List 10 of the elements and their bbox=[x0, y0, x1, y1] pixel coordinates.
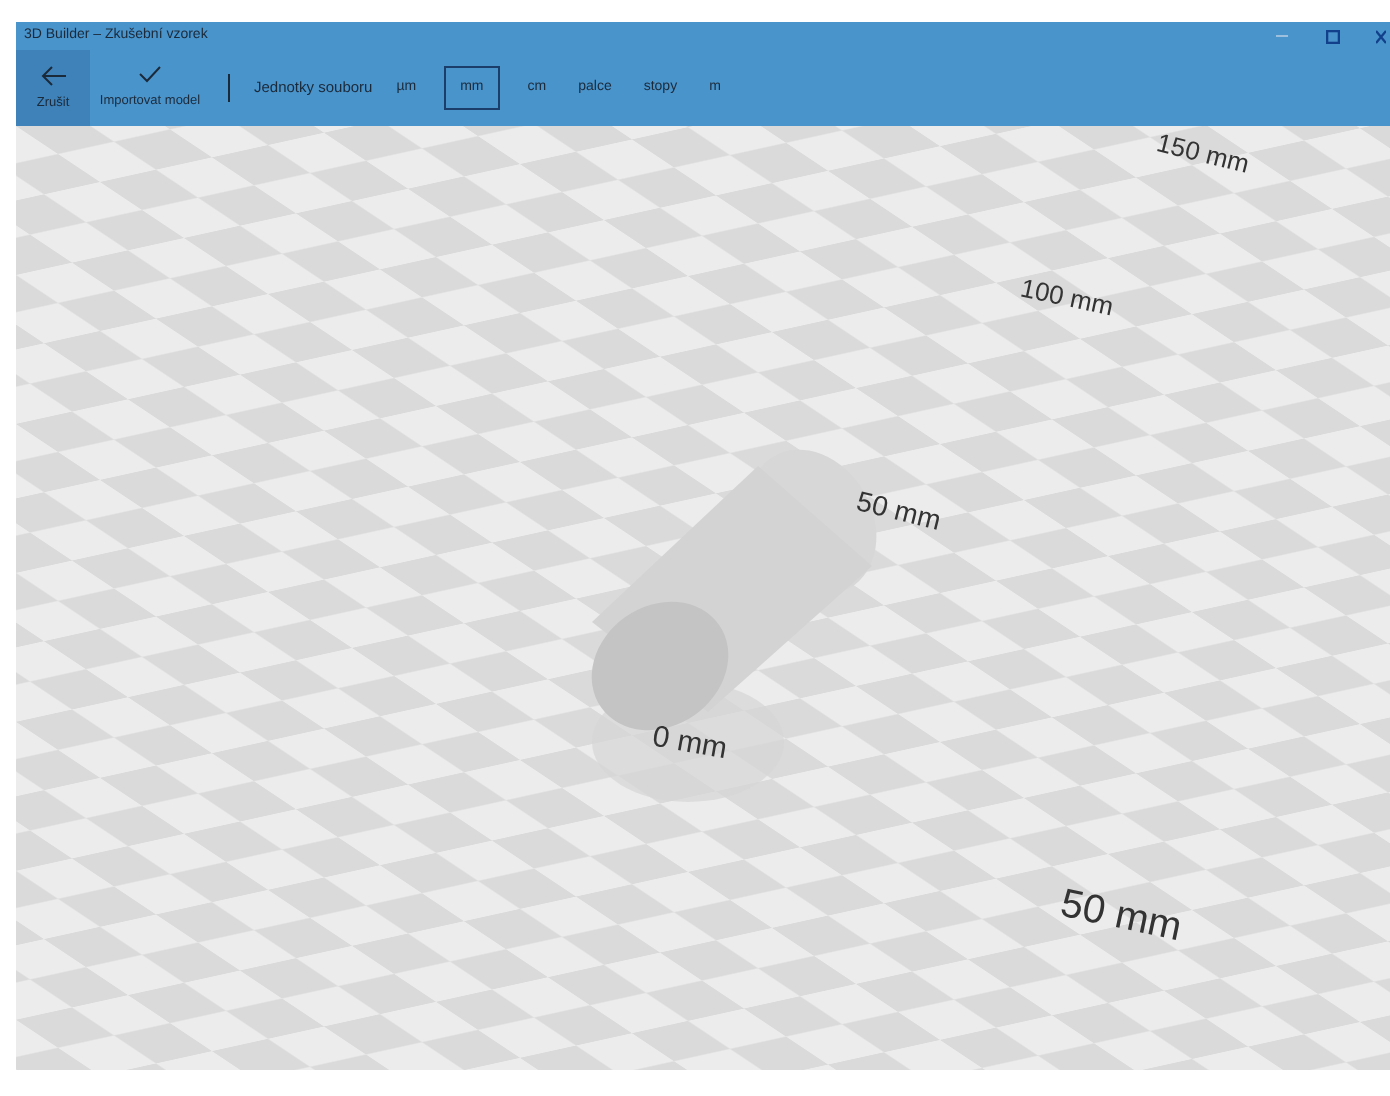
distance-label: 0 mm bbox=[648, 717, 731, 771]
distance-label: 50 mm bbox=[1055, 879, 1188, 955]
maximize-icon[interactable] bbox=[1326, 29, 1340, 43]
distance-label: 100 mm bbox=[1016, 270, 1117, 326]
checkmark-icon bbox=[138, 64, 162, 85]
distance-label: 50 mm bbox=[852, 482, 946, 540]
close-icon[interactable] bbox=[1376, 29, 1386, 43]
back-arrow-icon bbox=[39, 63, 67, 88]
minimize-icon[interactable] bbox=[1274, 30, 1290, 42]
distance-label: 150 mm bbox=[1152, 126, 1254, 183]
